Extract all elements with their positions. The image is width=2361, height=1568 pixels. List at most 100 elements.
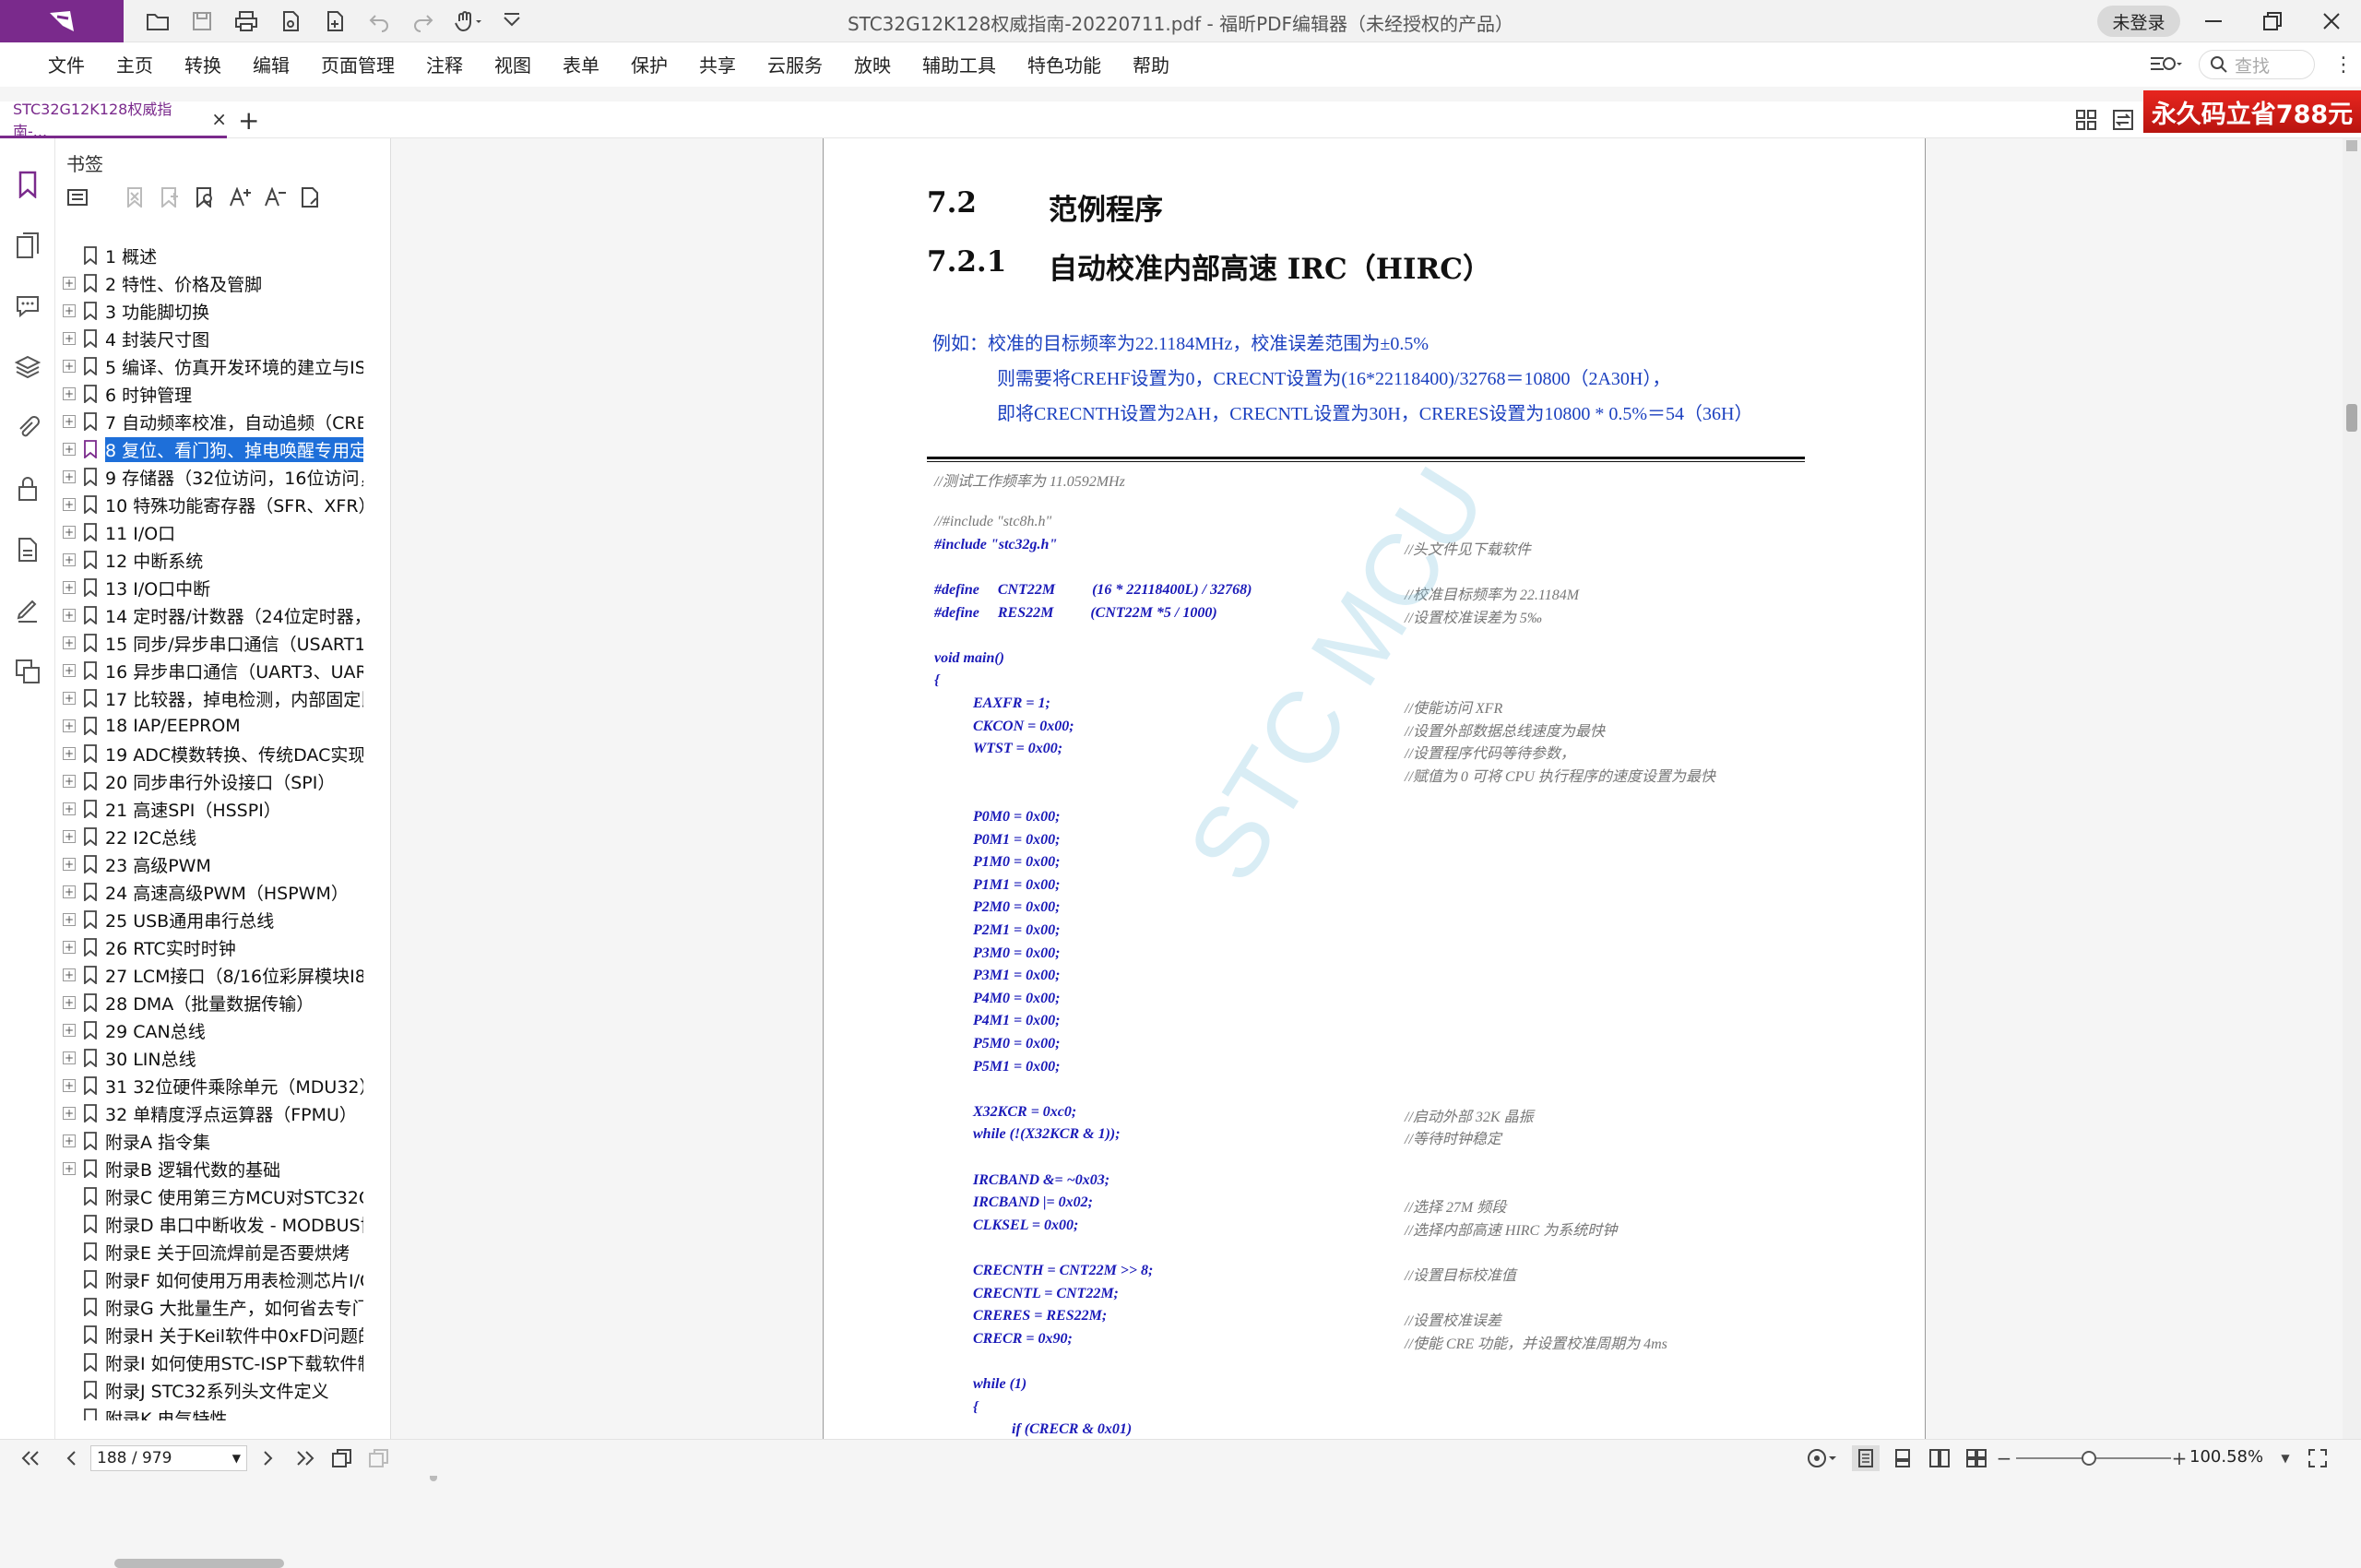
expand-icon[interactable]: + — [63, 1134, 76, 1147]
add-bookmark-icon[interactable] — [159, 186, 181, 208]
bookmark-item[interactable]: +19 ADC模数转换、传统DAC实现 — [59, 740, 373, 767]
expand-icon[interactable]: + — [63, 1107, 76, 1120]
bookmark-item[interactable]: 附录F 如何使用万用表检测芯片I/C — [59, 1265, 373, 1293]
bookmark-properties-icon[interactable] — [299, 186, 321, 208]
bookmark-item[interactable]: +6 时钟管理 — [59, 380, 373, 408]
bookmarks-icon[interactable] — [11, 168, 44, 201]
find-bookmark-icon[interactable] — [194, 186, 216, 208]
bookmark-item[interactable]: +32 单精度浮点运算器（FPMU） — [59, 1099, 373, 1127]
continuous-facing-icon[interactable] — [1963, 1445, 1990, 1471]
first-page-icon[interactable] — [17, 1445, 44, 1471]
bookmark-item[interactable]: +25 USB通用串行总线 — [59, 906, 373, 933]
promo-banner[interactable]: 永久码立省788元 — [2143, 90, 2361, 133]
delete-bookmark-icon[interactable] — [124, 186, 146, 208]
expand-icon[interactable]: + — [63, 277, 76, 290]
rotate-view-icon[interactable] — [365, 1445, 393, 1471]
menu-accessibility[interactable]: 辅助工具 — [909, 52, 1014, 79]
expand-text-icon[interactable] — [229, 186, 251, 208]
expand-icon[interactable]: + — [63, 941, 76, 954]
zoom-level[interactable]: 100.58% — [2189, 1447, 2263, 1467]
compare-icon[interactable] — [2112, 109, 2134, 135]
document-tab[interactable]: STC32G12K128权威指南-... × — [0, 101, 227, 140]
bookmark-item[interactable]: 附录I 如何使用STC-ISP下载软件制 — [59, 1348, 373, 1376]
bookmark-item[interactable]: +14 定时器/计数器（24位定时器， — [59, 601, 373, 629]
bookmark-item[interactable]: +3 功能脚切换 — [59, 297, 373, 325]
bookmark-item[interactable]: + 附录B 逻辑代数的基础 — [59, 1155, 373, 1182]
bookmark-item[interactable]: +7 自动频率校准，自动追频（CRE） — [59, 408, 373, 435]
zoom-out-button[interactable]: − — [1996, 1445, 2012, 1471]
bookmark-item[interactable]: +27 LCM接口（8/16位彩屏模块I808 — [59, 961, 373, 989]
pages-icon[interactable] — [11, 229, 44, 262]
expand-icon[interactable]: + — [63, 968, 76, 981]
bookmark-item[interactable]: +12 中断系统 — [59, 546, 373, 574]
expand-icon[interactable]: + — [63, 1051, 76, 1064]
menu-protect[interactable]: 保护 — [618, 52, 686, 79]
expand-icon[interactable]: + — [63, 443, 76, 456]
bookmark-item[interactable]: 附录G 大批量生产，如何省去专门 — [59, 1293, 373, 1321]
bookmark-item[interactable]: 附录J STC32系列头文件定义 — [59, 1376, 373, 1404]
restore-icon[interactable] — [2252, 6, 2293, 37]
expand-icon[interactable]: + — [63, 387, 76, 400]
zoom-in-button[interactable]: + — [2171, 1445, 2188, 1471]
reading-mode-icon[interactable] — [1804, 1445, 1841, 1471]
bookmark-item[interactable]: +4 封装尺寸图 — [59, 325, 373, 352]
document-scrollbar[interactable] — [2343, 138, 2361, 1439]
expand-icon[interactable]: + — [63, 830, 76, 843]
menu-help[interactable]: 帮助 — [1120, 52, 1188, 79]
menu-page-management[interactable]: 页面管理 — [308, 52, 413, 79]
bookmark-item[interactable]: +29 CAN总线 — [59, 1016, 373, 1044]
signature-icon[interactable] — [11, 594, 44, 627]
advanced-search-icon[interactable] — [2149, 53, 2186, 79]
bookmark-item[interactable]: +8 复位、看门狗、掉电唤醒专用定 — [59, 435, 373, 463]
bookmark-item[interactable]: +26 RTC实时时钟 — [59, 933, 373, 961]
expand-icon[interactable]: + — [63, 1079, 76, 1092]
search-input[interactable]: 查找 — [2199, 50, 2315, 79]
menu-cloud[interactable]: 云服务 — [754, 52, 841, 79]
expand-icon[interactable]: + — [63, 498, 76, 511]
expand-icon[interactable]: + — [63, 913, 76, 926]
expand-icon[interactable]: + — [63, 664, 76, 677]
expand-icon[interactable]: + — [63, 304, 76, 317]
menu-comment[interactable]: 注释 — [413, 52, 481, 79]
bookmark-item[interactable]: +17 比较器，掉电检测，内部固定比 — [59, 684, 373, 712]
bookmark-horizontal-scrollbar[interactable] — [114, 1559, 284, 1568]
next-page-icon[interactable] — [255, 1445, 282, 1471]
expand-icon[interactable]: + — [63, 719, 76, 732]
expand-icon[interactable]: + — [63, 747, 76, 760]
scroll-up-icon[interactable] — [2346, 140, 2357, 151]
previous-page-icon[interactable] — [57, 1445, 85, 1471]
bookmark-item[interactable]: +28 DMA（批量数据传输） — [59, 989, 373, 1016]
facing-pages-icon[interactable] — [1926, 1445, 1953, 1471]
expand-icon[interactable]: + — [63, 332, 76, 345]
expand-icon[interactable]: + — [63, 775, 76, 788]
expand-icon[interactable]: + — [63, 609, 76, 622]
menu-edit[interactable]: 编辑 — [240, 52, 308, 79]
more-options-icon[interactable]: ⋮ — [2333, 53, 2354, 77]
bookmark-item[interactable]: 附录K 电气特性 — [59, 1404, 373, 1420]
comments-icon[interactable] — [11, 290, 44, 323]
scroll-thumb[interactable] — [2346, 404, 2357, 432]
add-tab-button[interactable]: + — [238, 105, 259, 136]
bookmark-item[interactable]: +13 I/O口中断 — [59, 574, 373, 601]
bookmark-item[interactable]: +30 LIN总线 — [59, 1044, 373, 1072]
bookmark-item[interactable]: +31 32位硬件乘除单元（MDU32） — [59, 1072, 373, 1099]
close-window-icon[interactable] — [2311, 6, 2352, 37]
fullscreen-icon[interactable] — [2304, 1445, 2331, 1471]
menu-view[interactable]: 视图 — [481, 52, 550, 79]
bookmark-item[interactable]: 附录C 使用第三方MCU对STC32G系 — [59, 1182, 373, 1210]
expand-icon[interactable]: + — [63, 858, 76, 871]
expand-icon[interactable]: + — [63, 581, 76, 594]
layers-icon[interactable] — [11, 350, 44, 384]
grid-view-icon[interactable] — [2075, 109, 2097, 135]
bookmark-item[interactable]: +23 高级PWM — [59, 850, 373, 878]
bookmark-item[interactable]: +2 特性、价格及管脚 — [59, 269, 373, 297]
menu-convert[interactable]: 转换 — [172, 52, 240, 79]
login-button[interactable]: 未登录 — [2097, 6, 2180, 37]
zoom-slider-handle[interactable] — [2081, 1451, 2096, 1466]
zoom-dropdown-icon[interactable]: ▼ — [2278, 1445, 2293, 1471]
page-view-icon[interactable] — [328, 1445, 356, 1471]
bookmark-item[interactable]: + 附录A 指令集 — [59, 1127, 373, 1155]
bookmark-item[interactable]: +15 同步/异步串口通信（USART1、 — [59, 629, 373, 657]
menu-share[interactable]: 共享 — [686, 52, 754, 79]
menu-present[interactable]: 放映 — [841, 52, 909, 79]
